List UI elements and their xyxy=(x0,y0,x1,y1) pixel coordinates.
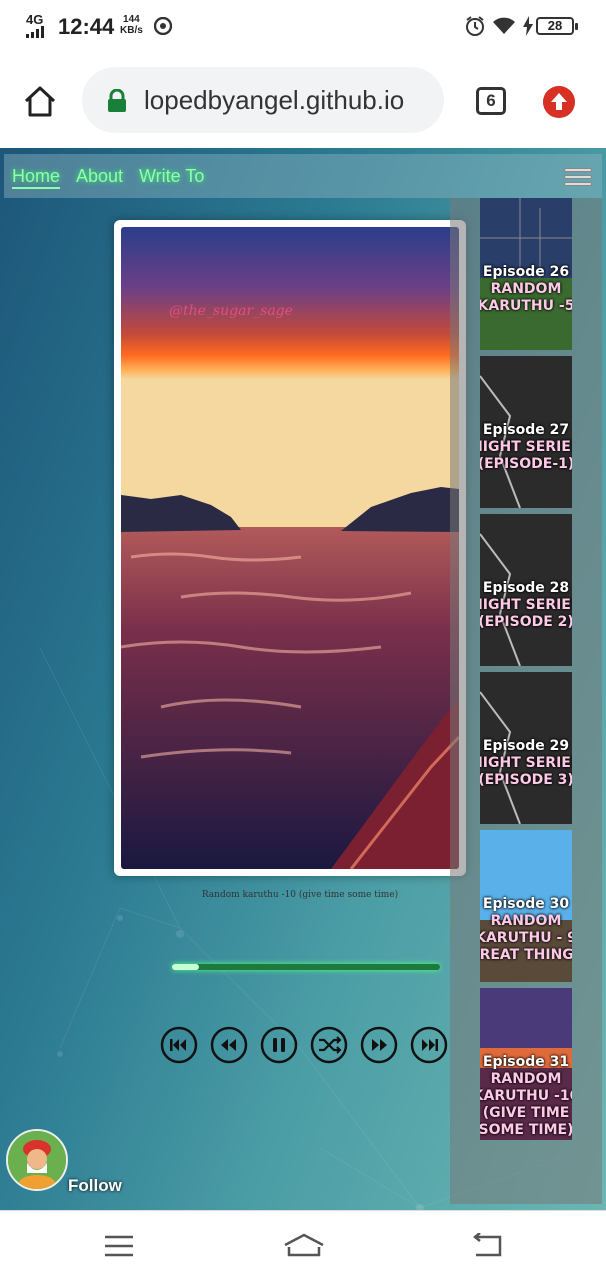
web-page: Home About Write To @the_sugar_sage Rand… xyxy=(0,148,606,1210)
episode-label: Episode 28 NIGHT SERIES (EPISODE 2) xyxy=(480,580,572,631)
episode-title: NIGHT SERIES (EPISODE-1) xyxy=(480,439,572,472)
tab-switcher-button[interactable]: 6 xyxy=(476,87,506,115)
avatar[interactable] xyxy=(6,1129,68,1191)
episode-title: NIGHT SERIES (EPISODE 3) xyxy=(480,755,572,788)
episode-list: Episode 26 RANDOM KARUTHU -5 Episode 27 … xyxy=(450,198,602,1204)
wifi-icon xyxy=(493,17,515,34)
episode-card[interactable]: Episode 28 NIGHT SERIES (EPISODE 2) xyxy=(480,514,572,666)
episode-label: Episode 29 NIGHT SERIES (EPISODE 3) xyxy=(480,738,572,789)
episode-card[interactable]: Episode 27 NIGHT SERIES (EPISODE-1) xyxy=(480,356,572,508)
album-art-frame: @the_sugar_sage xyxy=(114,220,466,876)
episode-number: Episode 31 xyxy=(482,1054,570,1070)
follow-button[interactable]: Follow xyxy=(68,1176,122,1196)
episode-label: Episode 31 RANDOM KARUTHU -10 (GIVE TIME… xyxy=(480,1054,572,1139)
alarm-icon xyxy=(466,16,484,36)
update-icon[interactable] xyxy=(543,86,575,118)
network-speed: 144 KB/s xyxy=(120,14,143,36)
skip-to-end-icon[interactable] xyxy=(410,1026,448,1064)
status-bar: 4G 12:44 144 KB/s 28 xyxy=(0,0,606,52)
progress-fill xyxy=(172,964,199,970)
episode-label: Episode 27 NIGHT SERIES (EPISODE-1) xyxy=(480,422,572,473)
back-icon[interactable] xyxy=(472,1233,504,1259)
now-playing-title: Random karuthu -10 (give time some time) xyxy=(201,890,399,900)
hamburger-menu-icon[interactable] xyxy=(564,168,592,190)
chrome-icon xyxy=(154,17,172,35)
shuffle-icon[interactable] xyxy=(310,1026,348,1064)
speed-unit: KB/s xyxy=(120,25,143,36)
battery-icon: 28 xyxy=(536,17,578,35)
network-type: 4G xyxy=(26,12,44,27)
progress-bar[interactable] xyxy=(172,964,440,970)
fast-forward-icon[interactable] xyxy=(360,1026,398,1064)
nav-about-link[interactable]: About xyxy=(76,166,123,187)
episode-title: RANDOM KARUTHU -5 xyxy=(480,281,572,314)
skip-to-start-icon[interactable] xyxy=(160,1026,198,1064)
pause-icon[interactable] xyxy=(260,1026,298,1064)
rewind-icon[interactable] xyxy=(210,1026,248,1064)
episode-title: NIGHT SERIES (EPISODE 2) xyxy=(480,597,572,630)
menu-icon[interactable] xyxy=(103,1233,135,1259)
episode-card[interactable]: Episode 26 RANDOM KARUTHU -5 xyxy=(480,198,572,350)
home-nav-icon[interactable] xyxy=(283,1233,325,1259)
home-icon[interactable] xyxy=(22,84,58,118)
nav-write-to-link[interactable]: Write To xyxy=(139,166,204,187)
lock-icon xyxy=(108,89,126,112)
album-art-image: @the_sugar_sage xyxy=(121,227,459,869)
episode-title: RANDOM KARUTHU -10 (GIVE TIME SOME TIME) xyxy=(480,1071,572,1138)
nav-home-link[interactable]: Home xyxy=(12,166,61,189)
episode-number: Episode 29 xyxy=(482,738,570,754)
site-navbar: Home About Write To xyxy=(4,154,602,198)
episode-title: RANDOM KARUTHU - 9 (GREAT THINGS) xyxy=(480,913,572,963)
system-nav-bar xyxy=(0,1210,606,1281)
episode-number: Episode 26 xyxy=(482,264,570,280)
art-watermark: @the_sugar_sage xyxy=(169,303,293,319)
speed-value: 144 xyxy=(123,14,140,25)
browser-toolbar: lopedbyangel.github.io 6 xyxy=(0,52,606,148)
episode-number: Episode 28 xyxy=(482,580,570,596)
episode-card[interactable]: Episode 29 NIGHT SERIES (EPISODE 3) xyxy=(480,672,572,824)
episode-card[interactable]: Episode 31 RANDOM KARUTHU -10 (GIVE TIME… xyxy=(480,988,572,1140)
url-text: lopedbyangel.github.io xyxy=(144,85,405,115)
episode-label: Episode 30 RANDOM KARUTHU - 9 (GREAT THI… xyxy=(480,896,572,964)
address-bar[interactable]: lopedbyangel.github.io xyxy=(82,67,444,133)
episode-card[interactable]: Episode 30 RANDOM KARUTHU - 9 (GREAT THI… xyxy=(480,830,572,982)
avatar-image xyxy=(8,1131,66,1189)
signal-icon xyxy=(26,26,44,38)
episode-label: Episode 26 RANDOM KARUTHU -5 xyxy=(480,264,572,315)
episode-number: Episode 27 xyxy=(482,422,570,438)
clock: 12:44 xyxy=(58,14,115,39)
episode-number: Episode 30 xyxy=(482,896,570,912)
charging-icon xyxy=(523,16,533,36)
